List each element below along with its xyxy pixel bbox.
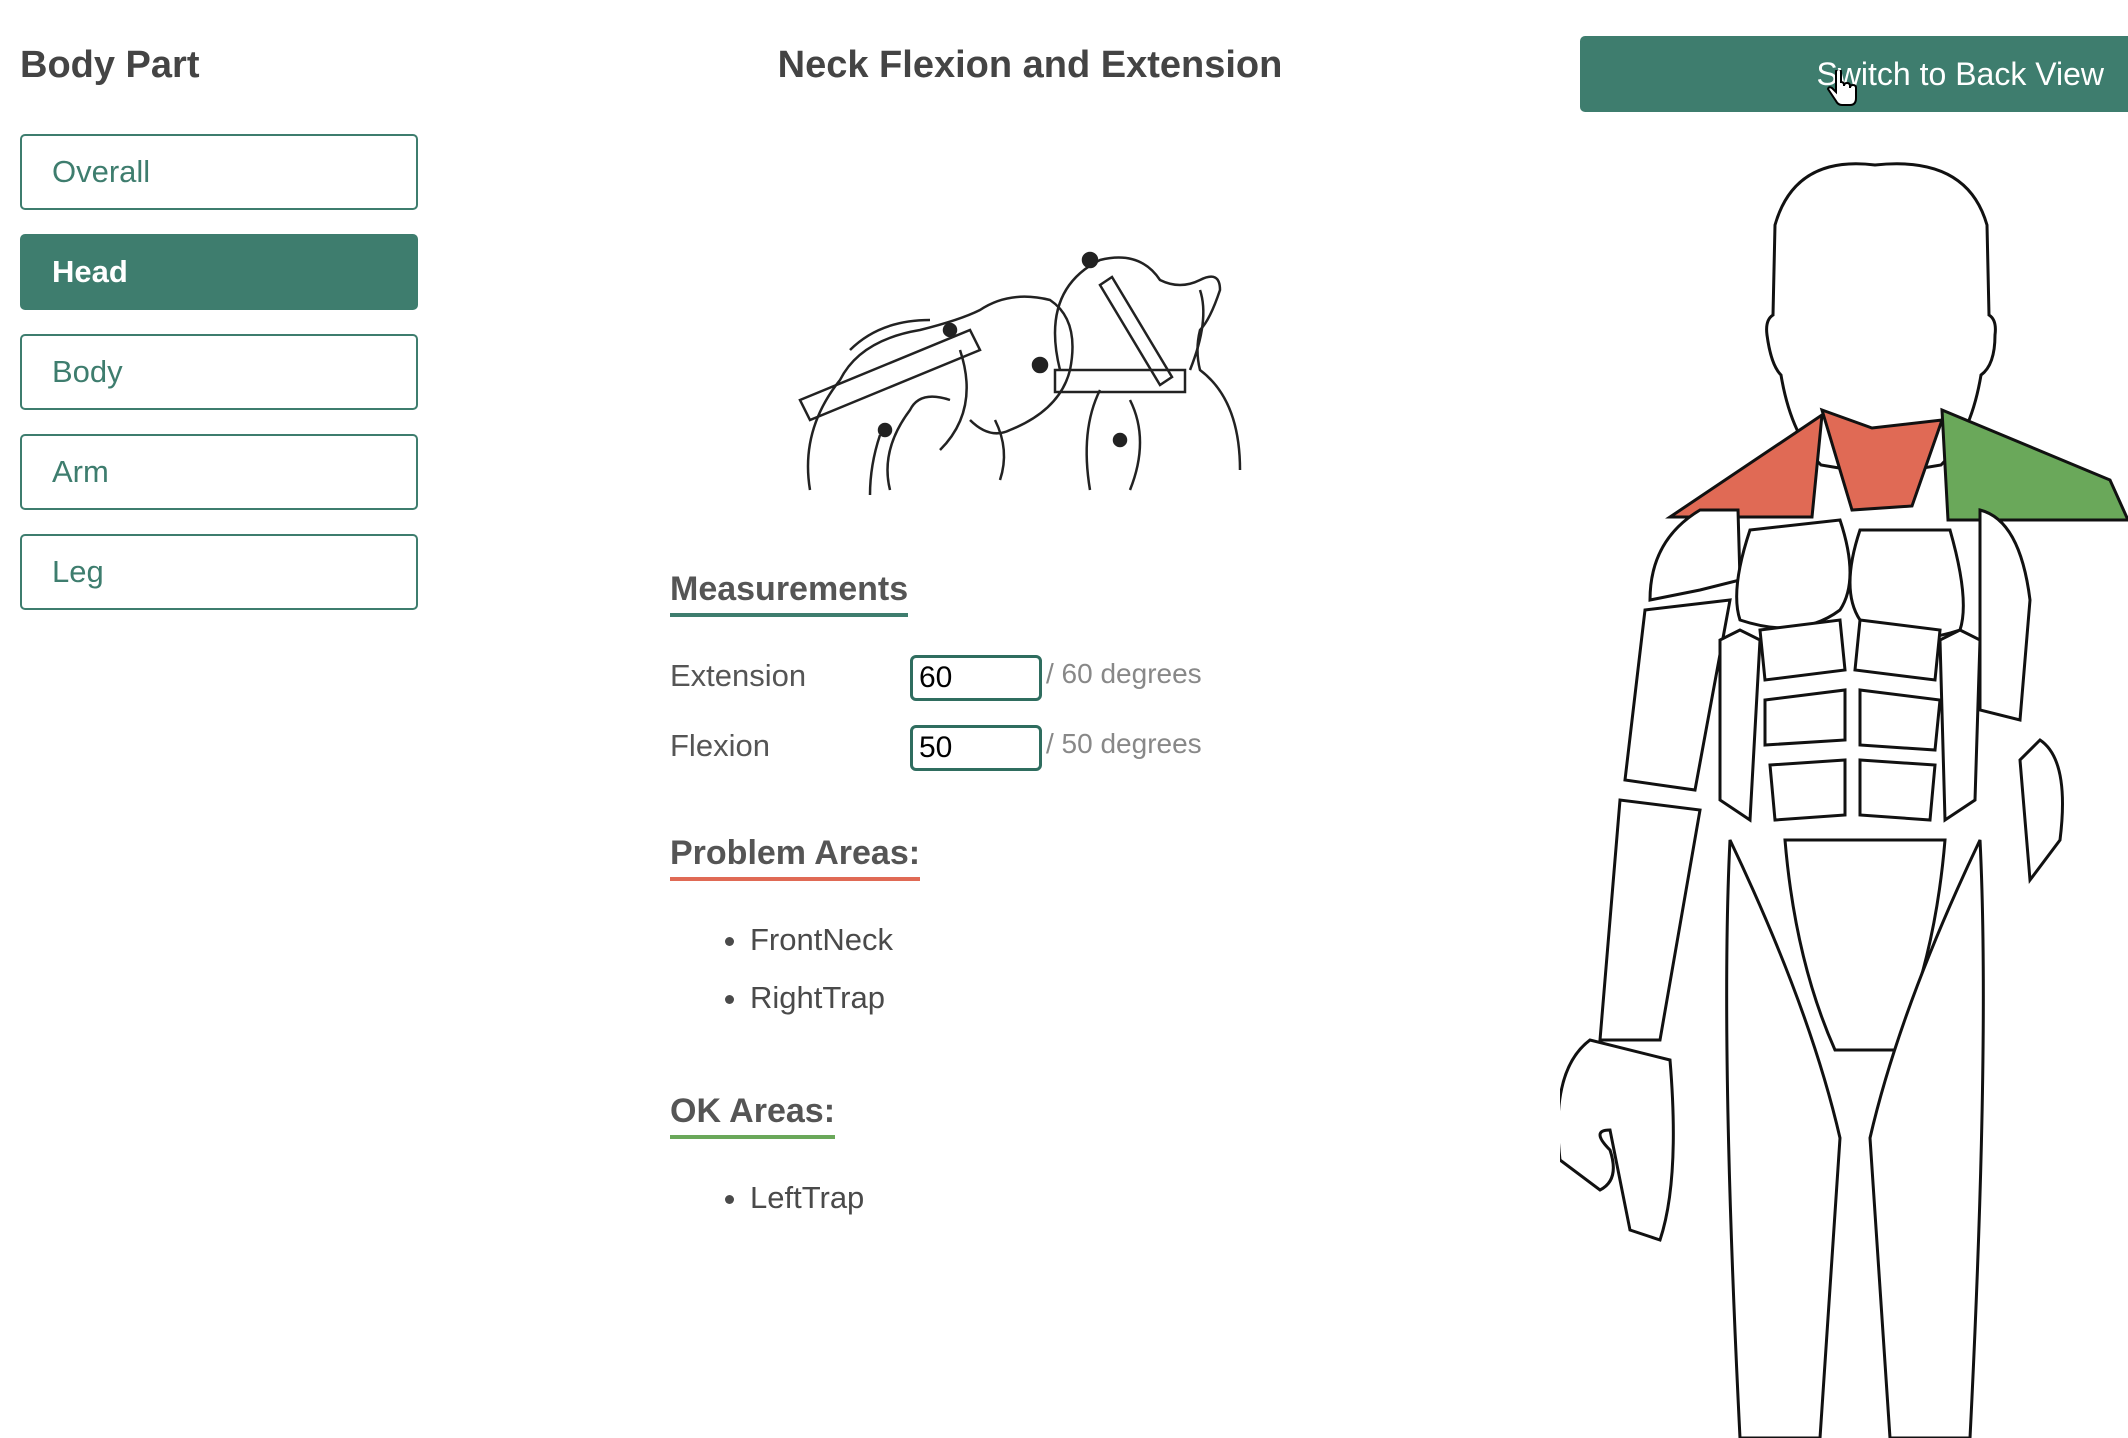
body-part-arm-button[interactable]: Arm xyxy=(20,434,418,510)
page-title: Neck Flexion and Extension xyxy=(777,44,1283,86)
front-body-muscle-diagram xyxy=(1560,162,2128,1438)
flexion-label: Flexion xyxy=(670,728,770,763)
extension-label: Extension xyxy=(670,658,807,693)
sidebar-title: Body Part xyxy=(20,44,200,86)
flexion-max-label: / 50 degrees xyxy=(1046,728,1202,759)
body-part-head-button[interactable]: Head xyxy=(20,234,418,310)
problem-areas-heading: Problem Areas: xyxy=(670,834,921,881)
problem-area-item: RightTrap xyxy=(750,980,893,1016)
ok-area-item: LeftTrap xyxy=(750,1180,864,1216)
right-trap-region xyxy=(1665,411,1824,519)
body-part-body-button[interactable]: Body xyxy=(20,334,418,410)
problem-areas-list: FrontNeck RightTrap xyxy=(700,922,893,1038)
body-part-leg-button[interactable]: Leg xyxy=(20,534,418,610)
right-hand-region xyxy=(1560,1038,1675,1242)
right-shoulder-region xyxy=(1648,508,1742,602)
problem-area-item: FrontNeck xyxy=(750,922,893,958)
flexion-input[interactable] xyxy=(910,725,1042,771)
chest-right-region xyxy=(1735,518,1852,630)
ok-areas-list: LeftTrap xyxy=(700,1180,864,1238)
measurements-heading: Measurements xyxy=(670,570,909,617)
left-trap-region xyxy=(1940,407,2128,522)
right-forearm-region xyxy=(1598,798,1702,1042)
right-upper-arm-region xyxy=(1623,598,1732,792)
body-part-overall-button[interactable]: Overall xyxy=(20,134,418,210)
hand-pointer-icon xyxy=(1826,70,1857,106)
extension-input[interactable] xyxy=(910,655,1042,701)
neck-flexion-extension-illustration xyxy=(798,251,1242,496)
extension-max-label: / 60 degrees xyxy=(1046,658,1202,689)
ok-areas-heading: OK Areas: xyxy=(670,1092,836,1139)
